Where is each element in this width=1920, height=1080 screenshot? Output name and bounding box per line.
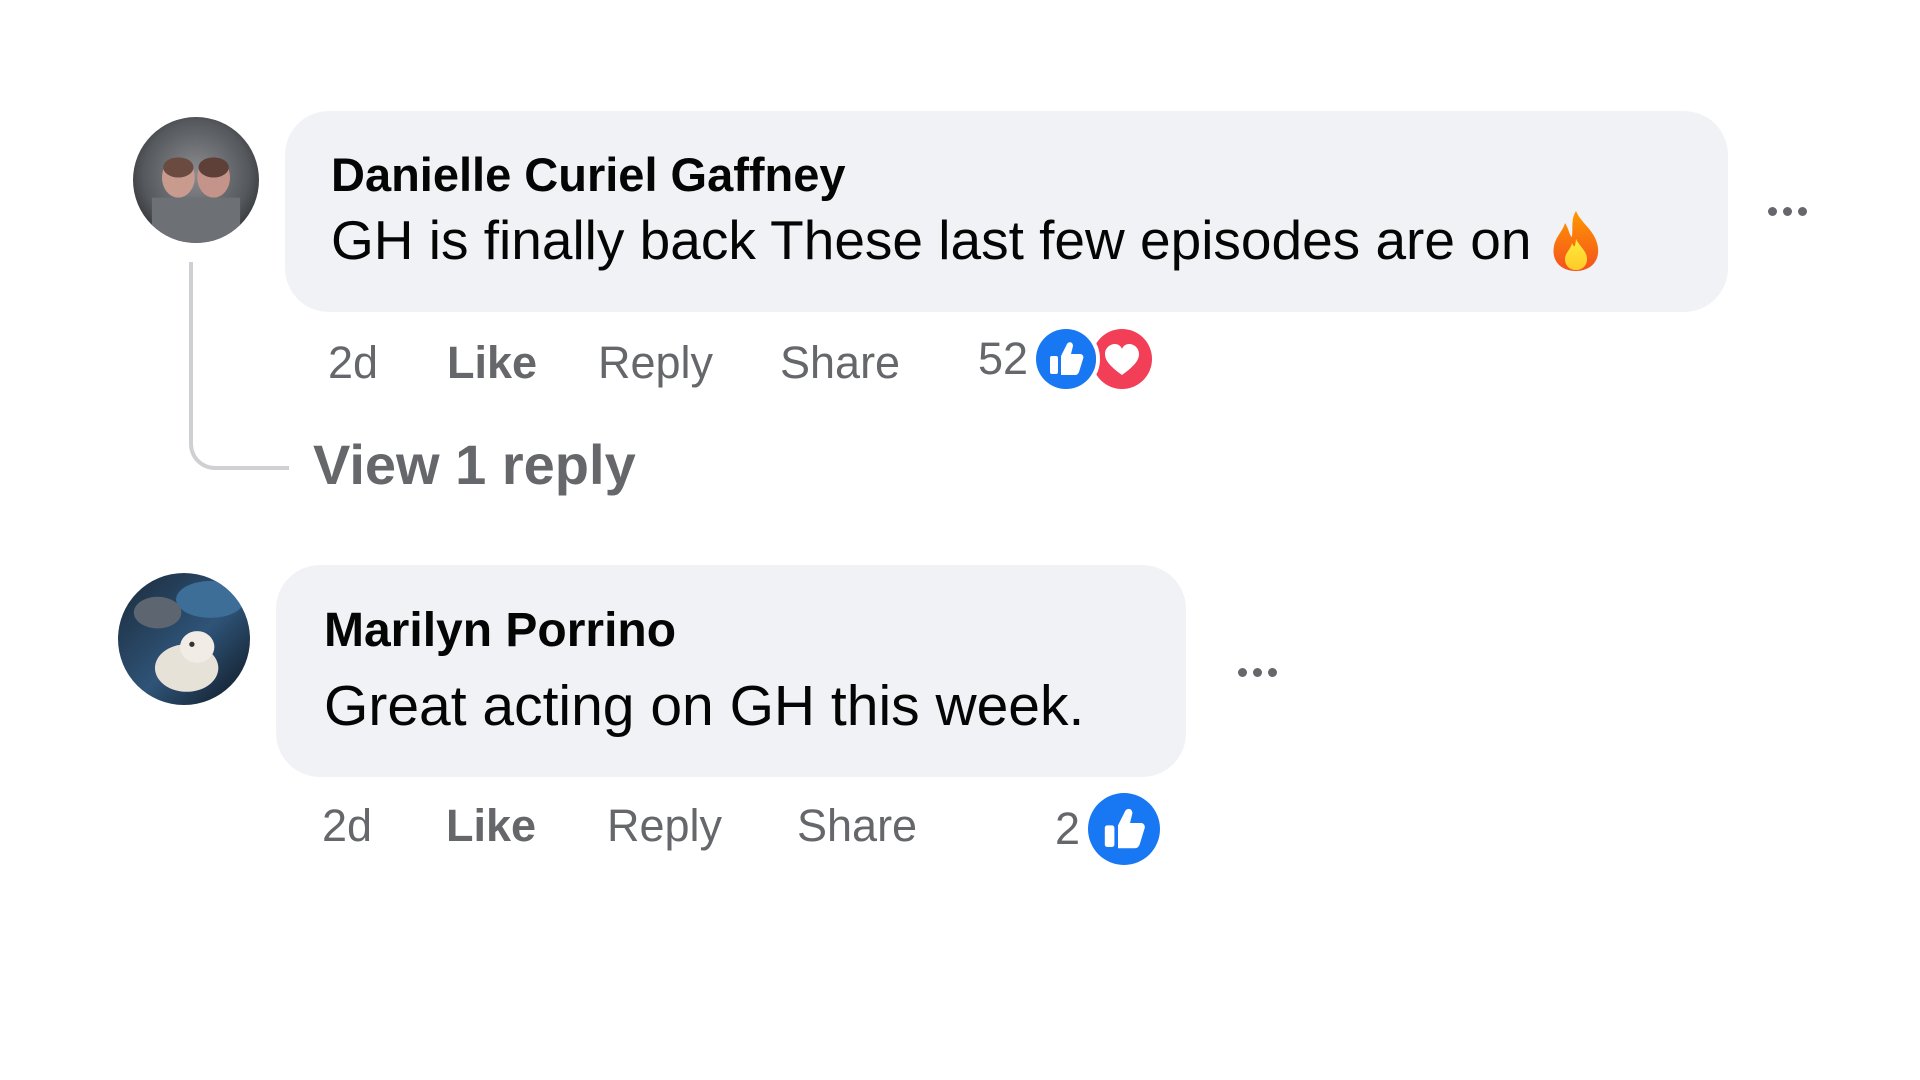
reaction-count: 2 — [1055, 803, 1081, 854]
comment-text: Great acting on GH this week. — [324, 674, 1085, 738]
dot-icon — [1253, 668, 1262, 677]
comment-author[interactable]: Marilyn Porrino — [324, 603, 676, 658]
comment-timestamp[interactable]: 2d — [322, 800, 372, 852]
share-button[interactable]: Share — [780, 337, 900, 389]
reaction-count: 52 — [978, 333, 1029, 384]
profile-photo — [118, 573, 250, 705]
reactions-summary[interactable]: 2 — [1055, 789, 1165, 869]
reply-button[interactable]: Reply — [607, 800, 722, 852]
avatar[interactable] — [118, 573, 250, 705]
more-options-button[interactable] — [1238, 668, 1277, 677]
profile-photo — [133, 117, 259, 243]
comment-text: GH is finally back These last few episod… — [331, 208, 1605, 273]
more-options-button[interactable] — [1768, 207, 1807, 216]
fire-emoji — [1553, 211, 1599, 271]
avatar[interactable] — [133, 117, 259, 243]
dot-icon — [1268, 668, 1277, 677]
view-replies-link[interactable]: View 1 reply — [313, 432, 636, 497]
reply-thread-connector — [189, 262, 289, 470]
like-reaction-icon — [1084, 789, 1165, 869]
like-button[interactable]: Like — [446, 800, 536, 852]
comment-text-body: GH is finally back These last few episod… — [331, 209, 1532, 271]
reply-button[interactable]: Reply — [598, 337, 713, 389]
reactions-summary[interactable]: 52 — [978, 325, 1157, 393]
like-reaction-icon — [1032, 325, 1101, 393]
comments-section: Danielle Curiel Gaffney GH is finally ba… — [0, 0, 1920, 1080]
like-button[interactable]: Like — [447, 337, 537, 389]
comment-bubble: Marilyn Porrino Great acting on GH this … — [276, 565, 1186, 777]
comment-bubble: Danielle Curiel Gaffney GH is finally ba… — [285, 111, 1728, 312]
comment-timestamp[interactable]: 2d — [328, 337, 378, 389]
share-button[interactable]: Share — [797, 800, 917, 852]
comment-author[interactable]: Danielle Curiel Gaffney — [331, 147, 846, 202]
dot-icon — [1238, 668, 1247, 677]
dot-icon — [1783, 207, 1792, 216]
dot-icon — [1768, 207, 1777, 216]
dot-icon — [1798, 207, 1807, 216]
